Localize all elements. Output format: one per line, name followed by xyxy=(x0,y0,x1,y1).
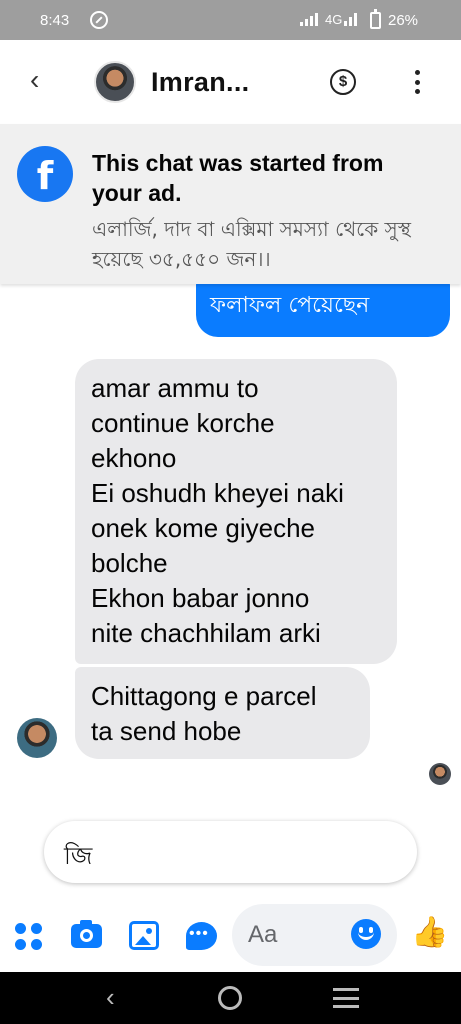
nav-home-icon[interactable] xyxy=(218,986,242,1010)
thumbs-up-icon[interactable]: 👍 xyxy=(411,916,448,950)
contact-name[interactable]: Imran... xyxy=(151,67,249,98)
message-line: onek kome giyeche xyxy=(91,513,316,543)
signal-icon xyxy=(300,12,318,26)
outgoing-message[interactable]: ফলাফল পেয়েছেন xyxy=(196,284,450,337)
chat-extensions-icon[interactable] xyxy=(186,922,217,950)
message-line: ekhono xyxy=(91,443,177,473)
nav-recents-icon[interactable] xyxy=(333,988,359,1008)
message-line: amar ammu to xyxy=(91,373,259,403)
battery-icon xyxy=(370,9,381,29)
quick-reply-chip[interactable]: জি xyxy=(44,821,417,883)
seen-receipt-avatar xyxy=(429,763,451,785)
message-line: nite chachhilam arki xyxy=(91,618,321,648)
sender-avatar[interactable] xyxy=(17,718,57,758)
data-signal-icon xyxy=(344,12,357,26)
more-actions-icon[interactable] xyxy=(15,923,42,950)
message-line: bolche xyxy=(91,548,168,578)
message-line: Chittagong e parcel xyxy=(91,681,317,711)
message-input-placeholder: Aa xyxy=(248,921,278,948)
more-options-icon[interactable] xyxy=(413,70,421,94)
camera-icon[interactable] xyxy=(71,920,102,948)
payment-dollar-icon[interactable]: $ xyxy=(330,69,356,95)
message-list[interactable]: ফলাফল পেয়েছেন amar ammu to continue kor… xyxy=(0,284,461,814)
message-line: Ekhon babar jonno xyxy=(91,583,310,613)
incoming-message[interactable]: Chittagong e parcel ta send hobe xyxy=(75,667,370,759)
incoming-message[interactable]: amar ammu to continue korche ekhono Ei o… xyxy=(75,359,397,664)
do-not-disturb-icon xyxy=(90,11,108,29)
battery-percent: 26% xyxy=(388,12,419,29)
status-time: 8:43 xyxy=(40,12,70,29)
facebook-logo-icon: f xyxy=(17,146,73,202)
nav-back-icon[interactable]: ‹ xyxy=(106,984,124,1010)
message-line: continue korche xyxy=(91,408,275,438)
gallery-icon[interactable] xyxy=(129,921,159,950)
message-composer: Aa 👍 xyxy=(0,900,461,972)
back-arrow-icon[interactable]: ‹ xyxy=(30,66,52,94)
system-nav-bar: ‹ xyxy=(0,972,461,1024)
ad-banner-subtitle: এলার্জি, দাদ বা এক্সিমা সমস্যা থেকে সুস্… xyxy=(92,217,411,271)
message-line: Ei oshudh kheyei naki xyxy=(91,478,344,508)
emoji-icon[interactable] xyxy=(351,919,381,949)
chat-header: ‹ Imran... $ xyxy=(0,40,461,124)
status-bar: 8:43 4G 26% xyxy=(0,0,461,40)
message-line: ta send hobe xyxy=(91,716,242,746)
network-type: 4G xyxy=(325,12,343,27)
contact-avatar[interactable] xyxy=(94,61,136,103)
ad-origin-banner: f This chat was started from your ad. এল… xyxy=(0,124,461,284)
ad-banner-title: This chat was started from your ad. xyxy=(92,150,384,206)
